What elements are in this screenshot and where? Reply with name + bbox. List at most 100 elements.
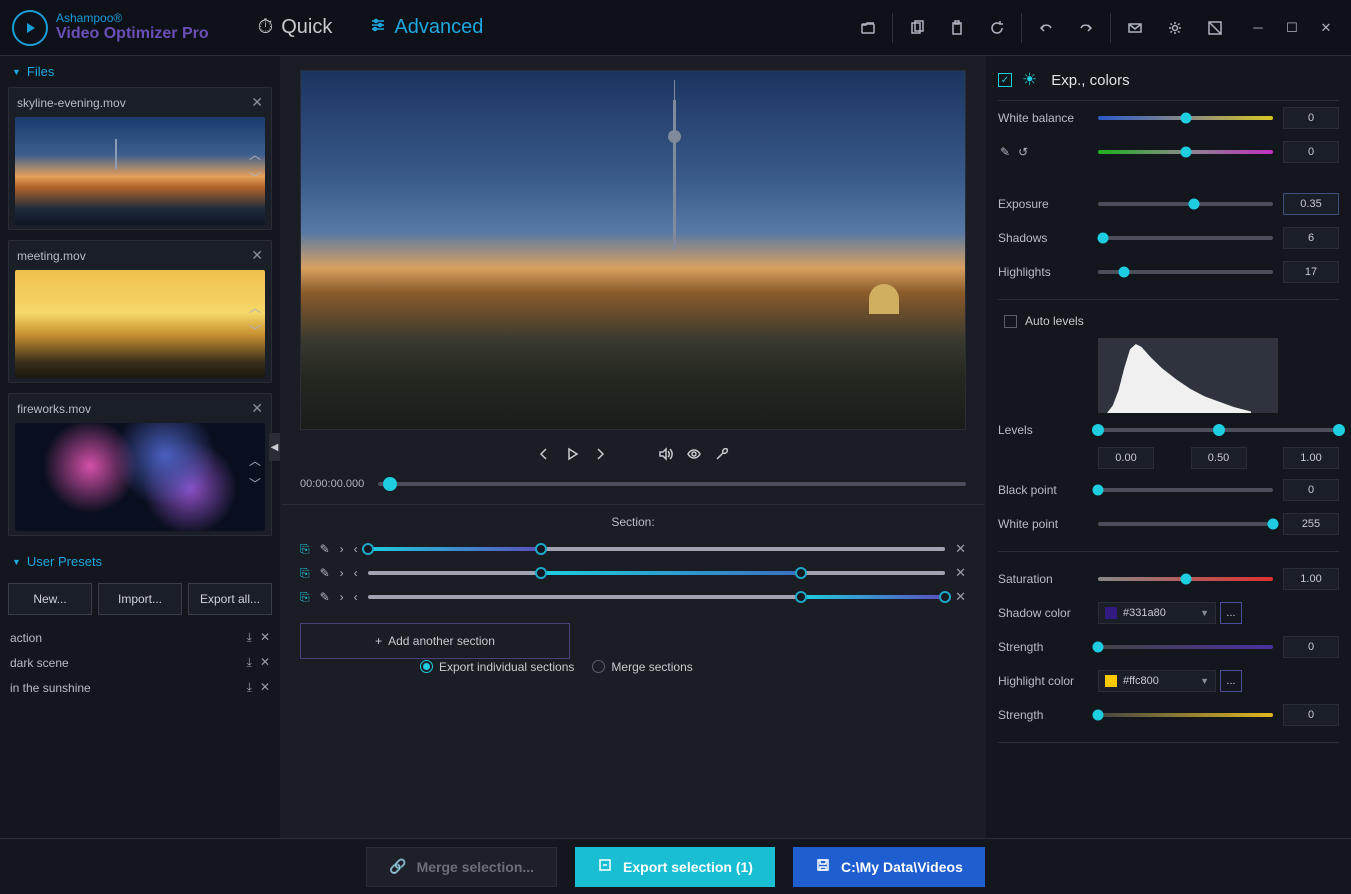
white-point-slider[interactable] <box>1098 522 1273 526</box>
import-preset-button[interactable]: Import... <box>98 583 182 615</box>
close-icon[interactable]: ✕ <box>251 247 263 264</box>
close-icon[interactable]: ✕ <box>251 94 263 111</box>
wb-tint-value[interactable]: 0 <box>1283 141 1339 163</box>
folder-button[interactable] <box>848 8 888 48</box>
edit-icon[interactable]: ✎ <box>320 590 330 604</box>
move-down-icon[interactable]: ﹀ <box>249 322 261 339</box>
highlights-value[interactable]: 17 <box>1283 261 1339 283</box>
minimize-button[interactable]: ─ <box>1241 13 1275 43</box>
chevron-right-icon[interactable]: › <box>340 542 344 556</box>
highlight-color-more-button[interactable]: ... <box>1220 670 1242 692</box>
new-preset-button[interactable]: New... <box>8 583 92 615</box>
highlight-strength-value[interactable]: 0 <box>1283 704 1339 726</box>
shadows-slider[interactable] <box>1098 236 1273 240</box>
tab-advanced[interactable]: Advanced <box>366 10 487 45</box>
levels-low-value[interactable]: 0.00 <box>1098 447 1154 469</box>
close-icon[interactable]: ✕ <box>955 565 966 581</box>
wb-tint-slider[interactable] <box>1098 150 1273 154</box>
download-icon[interactable]: ⤓ <box>247 680 252 695</box>
shadow-strength-value[interactable]: 0 <box>1283 636 1339 658</box>
exposure-value[interactable]: 0.35 <box>1283 193 1339 215</box>
theme-button[interactable] <box>1195 8 1235 48</box>
file-item[interactable]: fireworks.mov ✕ ︿ ﹀ <box>8 393 272 536</box>
files-header[interactable]: ▼ Files <box>0 56 280 87</box>
section-slider[interactable] <box>368 547 945 551</box>
close-icon[interactable]: ✕ <box>260 680 270 695</box>
black-point-slider[interactable] <box>1098 488 1273 492</box>
move-down-icon[interactable]: ﹀ <box>249 475 261 492</box>
wb-temp-slider[interactable] <box>1098 116 1273 120</box>
levels-mid-value[interactable]: 0.50 <box>1191 447 1247 469</box>
play-button[interactable] <box>564 446 580 466</box>
close-icon[interactable]: ✕ <box>260 630 270 645</box>
file-item[interactable]: skyline-evening.mov ✕ ︿ ﹀ <box>8 87 272 230</box>
saturation-value[interactable]: 1.00 <box>1283 568 1339 590</box>
exposure-slider[interactable] <box>1098 202 1273 206</box>
section-slider[interactable] <box>368 595 945 599</box>
mail-button[interactable] <box>1115 8 1155 48</box>
edit-icon[interactable]: ✎ <box>320 566 330 580</box>
highlights-slider[interactable] <box>1098 270 1273 274</box>
radio-export-individual[interactable]: Export individual sections <box>420 660 574 674</box>
move-up-icon[interactable]: ︿ <box>249 146 261 163</box>
close-icon[interactable]: ✕ <box>955 589 966 605</box>
eyedropper-icon[interactable]: ✎ <box>1000 145 1010 159</box>
shadow-strength-slider[interactable] <box>1098 645 1273 649</box>
redo-button[interactable] <box>1066 8 1106 48</box>
export-selection-button[interactable]: Export selection (1) <box>575 847 775 887</box>
export-preset-button[interactable]: Export all... <box>188 583 272 615</box>
prev-frame-button[interactable] <box>536 446 552 466</box>
move-up-icon[interactable]: ︿ <box>249 452 261 469</box>
settings-button[interactable] <box>1155 8 1195 48</box>
edit-icon[interactable]: ✎ <box>320 542 330 556</box>
close-button[interactable]: ✕ <box>1309 13 1343 43</box>
wb-temp-value[interactable]: 0 <box>1283 107 1339 129</box>
file-item[interactable]: meeting.mov ✕ ︿ ﹀ <box>8 240 272 383</box>
merge-selection-button[interactable]: 🔗 Merge selection... <box>366 847 557 887</box>
shadow-color-more-button[interactable]: ... <box>1220 602 1242 624</box>
black-point-value[interactable]: 0 <box>1283 479 1339 501</box>
refresh-button[interactable] <box>977 8 1017 48</box>
close-icon[interactable]: ✕ <box>955 541 966 557</box>
copy-button[interactable] <box>897 8 937 48</box>
preset-item[interactable]: action ⤓✕ <box>8 625 272 650</box>
levels-slider[interactable] <box>1098 428 1339 432</box>
timeline-slider[interactable] <box>378 482 966 486</box>
preset-item[interactable]: dark scene ⤓✕ <box>8 650 272 675</box>
download-icon[interactable]: ⤓ <box>247 630 252 645</box>
levels-high-value[interactable]: 1.00 <box>1283 447 1339 469</box>
preview-button[interactable] <box>686 446 702 466</box>
video-preview[interactable] <box>300 70 966 430</box>
undo-button[interactable] <box>1026 8 1066 48</box>
radio-merge-sections[interactable]: Merge sections <box>592 660 692 674</box>
chevron-left-icon[interactable]: ‹ <box>354 590 358 604</box>
section-icon[interactable]: ⎘ <box>300 566 310 581</box>
auto-levels-checkbox[interactable] <box>1004 315 1017 328</box>
clipboard-button[interactable] <box>937 8 977 48</box>
section-slider[interactable] <box>368 571 945 575</box>
add-section-button[interactable]: + Add another section <box>300 623 570 659</box>
chevron-right-icon[interactable]: › <box>340 566 344 580</box>
move-down-icon[interactable]: ﹀ <box>249 169 261 186</box>
panel-enable-checkbox[interactable]: ✓ <box>998 73 1012 87</box>
chevron-left-icon[interactable]: ‹ <box>354 542 358 556</box>
highlight-color-picker[interactable]: #ffc800 ▼ <box>1098 670 1216 692</box>
preset-item[interactable]: in the sunshine ⤓✕ <box>8 675 272 700</box>
shadow-color-picker[interactable]: #331a80 ▼ <box>1098 602 1216 624</box>
tab-quick[interactable]: ⏱ Quick <box>254 10 337 45</box>
white-point-value[interactable]: 255 <box>1283 513 1339 535</box>
close-icon[interactable]: ✕ <box>251 400 263 417</box>
saturation-slider[interactable] <box>1098 577 1273 581</box>
tools-button[interactable] <box>714 446 730 466</box>
volume-button[interactable] <box>658 446 674 466</box>
close-icon[interactable]: ✕ <box>260 655 270 670</box>
section-icon[interactable]: ⎘ <box>300 542 310 557</box>
highlight-strength-slider[interactable] <box>1098 713 1273 717</box>
section-icon[interactable]: ⎘ <box>300 590 310 605</box>
presets-header[interactable]: ▼ User Presets <box>0 546 280 577</box>
shadows-value[interactable]: 6 <box>1283 227 1339 249</box>
chevron-left-icon[interactable]: ‹ <box>354 566 358 580</box>
download-icon[interactable]: ⤓ <box>247 655 252 670</box>
chevron-right-icon[interactable]: › <box>340 590 344 604</box>
reset-icon[interactable]: ↺ <box>1018 145 1028 159</box>
